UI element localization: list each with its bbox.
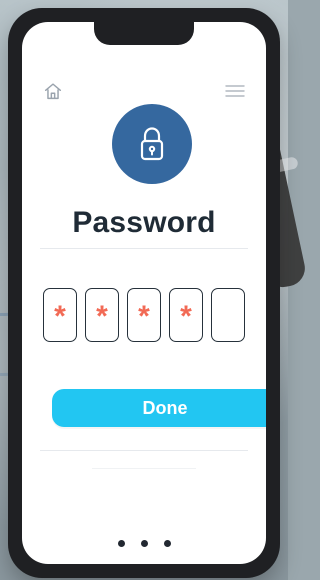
phone-frame: Password * * * * Done <box>8 8 280 578</box>
menu-button[interactable] <box>222 78 248 104</box>
pin-asterisk: * <box>138 300 150 333</box>
divider <box>40 450 248 451</box>
pin-digit-box-empty[interactable] <box>211 288 245 342</box>
pin-digit-box[interactable]: * <box>85 288 119 342</box>
phone-screen: Password * * * * Done <box>22 22 266 564</box>
divider <box>92 468 196 469</box>
divider <box>40 248 248 249</box>
pin-digit-box[interactable]: * <box>127 288 161 342</box>
lock-badge <box>112 104 192 184</box>
pagination-dot[interactable] <box>163 540 171 547</box>
pagination-dot[interactable] <box>117 540 125 547</box>
pin-asterisk: * <box>96 300 108 333</box>
home-button[interactable] <box>40 78 66 104</box>
pagination-dots <box>22 540 266 550</box>
done-button[interactable]: Done <box>52 389 266 427</box>
lock-icon <box>140 127 164 161</box>
pagination-dot-active[interactable] <box>140 540 148 547</box>
pin-code-input[interactable]: * * * * <box>43 288 245 344</box>
pin-asterisk: * <box>54 300 66 333</box>
pin-asterisk: * <box>180 300 192 333</box>
menu-icon <box>225 85 245 97</box>
page-title: Password <box>72 206 216 239</box>
phone-notch <box>94 22 194 45</box>
pin-digit-box[interactable]: * <box>43 288 77 342</box>
pin-digit-box[interactable]: * <box>169 288 203 342</box>
done-button-label: Done <box>142 397 188 418</box>
home-icon <box>44 83 62 100</box>
